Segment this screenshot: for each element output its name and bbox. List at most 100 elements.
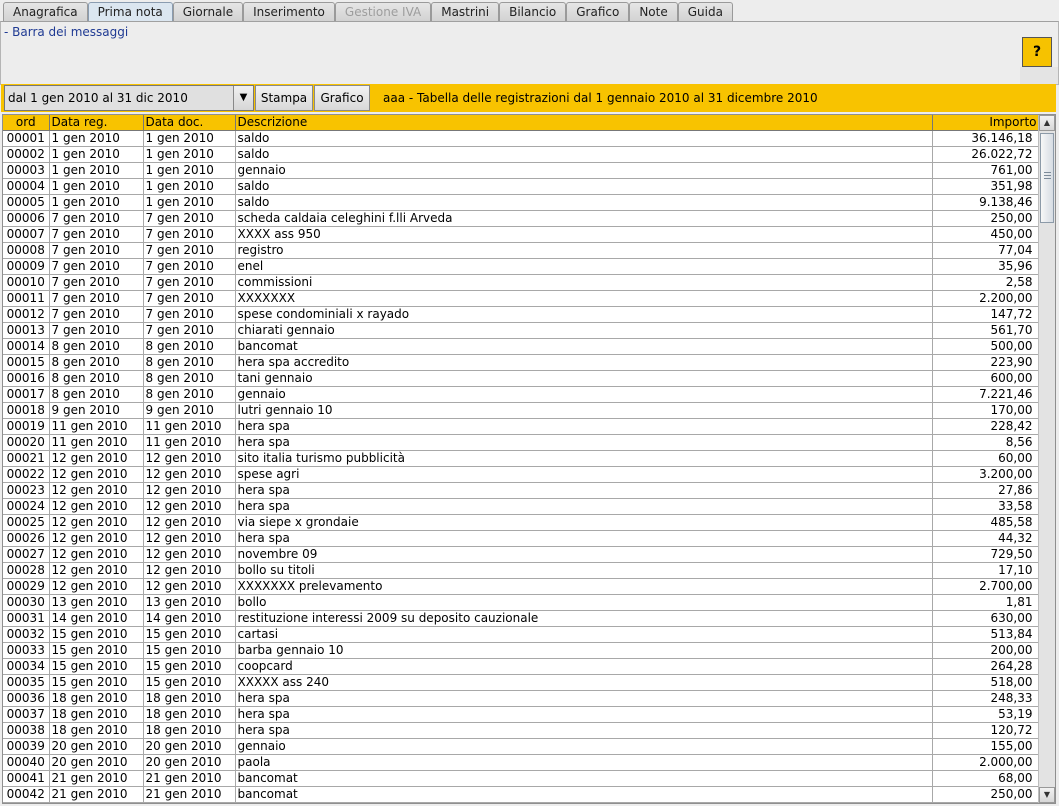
table-row[interactable]: 00029 12 gen 2010 12 gen 2010 XXXXXXX prele…	[3, 578, 1040, 595]
row-ord: 00027	[3, 546, 50, 563]
tab-guida[interactable]: Guida	[677, 2, 733, 21]
row-data-doc: 12 gen 2010	[143, 466, 236, 483]
chart-button[interactable]: Grafico	[314, 85, 370, 111]
row-data-doc: 12 gen 2010	[143, 562, 236, 579]
table-row[interactable]: 00007 7 gen 2010 7 gen 2010 XXXX ass 950 450…	[3, 226, 1040, 243]
table-row[interactable]: 00041 21 gen 2010 21 gen 2010 bancomat 68,00	[3, 770, 1040, 787]
row-data-doc: 15 gen 2010	[143, 626, 236, 643]
row-ord: 00035	[3, 674, 50, 691]
table-row[interactable]: 00037 18 gen 2010 18 gen 2010 hera spa 53,19	[3, 706, 1040, 723]
table-row[interactable]: 00008 7 gen 2010 7 gen 2010 registro 77,04	[3, 242, 1040, 259]
tab-grafico[interactable]: Grafico	[566, 2, 630, 21]
row-data-reg: 15 gen 2010	[49, 674, 144, 691]
row-data-doc: 21 gen 2010	[143, 786, 236, 803]
table-row[interactable]: 00019 11 gen 2010 11 gen 2010 hera spa 228,4…	[3, 418, 1040, 435]
column-header-descrizione[interactable]: Descrizione	[235, 115, 933, 131]
table-row[interactable]: 00011 7 gen 2010 7 gen 2010 XXXXXXX 2.200,00	[3, 290, 1040, 307]
table-row[interactable]: 00015 8 gen 2010 8 gen 2010 hera spa accred…	[3, 354, 1040, 371]
tab-anagrafica[interactable]: Anagrafica	[3, 2, 88, 21]
table-row[interactable]: 00024 12 gen 2010 12 gen 2010 hera spa 33,58	[3, 498, 1040, 515]
table-body: 00001 1 gen 2010 1 gen 2010 saldo 36.146,18 0…	[3, 130, 1040, 803]
table-title: aaa - Tabella delle registrazioni dal 1 …	[383, 91, 818, 105]
row-ord: 00014	[3, 338, 50, 355]
row-ord: 00021	[3, 450, 50, 467]
tab-bilancio[interactable]: Bilancio	[499, 2, 567, 21]
table-row[interactable]: 00020 11 gen 2010 11 gen 2010 hera spa 8,56	[3, 434, 1040, 451]
row-importo: 729,50	[932, 546, 1040, 563]
row-importo: 228,42	[932, 418, 1040, 435]
vertical-scrollbar[interactable]: ▲ ▼	[1038, 115, 1055, 803]
table-row[interactable]: 00032 15 gen 2010 15 gen 2010 cartasi 513,84	[3, 626, 1040, 643]
table-row[interactable]: 00035 15 gen 2010 15 gen 2010 XXXXX ass 240…	[3, 674, 1040, 691]
column-header-data-reg[interactable]: Data reg.	[49, 115, 144, 131]
row-data-reg: 11 gen 2010	[49, 434, 144, 451]
table-row[interactable]: 00028 12 gen 2010 12 gen 2010 bollo su tito…	[3, 562, 1040, 579]
table-row[interactable]: 00036 18 gen 2010 18 gen 2010 hera spa 248,3…	[3, 690, 1040, 707]
table-row[interactable]: 00016 8 gen 2010 8 gen 2010 tani gennaio 600…	[3, 370, 1040, 387]
registrations-grid: ord Data reg. Data doc. Descrizione Impo…	[3, 115, 1040, 803]
row-ord: 00020	[3, 434, 50, 451]
row-descrizione: bancomat	[235, 338, 933, 355]
table-row[interactable]: 00006 7 gen 2010 7 gen 2010 scheda caldaia …	[3, 210, 1040, 227]
table-row[interactable]: 00013 7 gen 2010 7 gen 2010 chiarati gennai…	[3, 322, 1040, 339]
row-data-doc: 7 gen 2010	[143, 274, 236, 291]
row-descrizione: lutri gennaio 10	[235, 402, 933, 419]
table-row[interactable]: 00027 12 gen 2010 12 gen 2010 novembre 09 72…	[3, 546, 1040, 563]
row-data-doc: 7 gen 2010	[143, 258, 236, 275]
table-row[interactable]: 00003 1 gen 2010 1 gen 2010 gennaio 761,00	[3, 162, 1040, 179]
table-row[interactable]: 00025 12 gen 2010 12 gen 2010 via siepe x g…	[3, 514, 1040, 531]
scroll-down-icon[interactable]: ▼	[1039, 787, 1055, 803]
tab-prima-nota[interactable]: Prima nota	[87, 2, 173, 21]
table-row[interactable]: 00034 15 gen 2010 15 gen 2010 coopcard 264,2…	[3, 658, 1040, 675]
table-row[interactable]: 00018 9 gen 2010 9 gen 2010 lutri gennaio 1…	[3, 402, 1040, 419]
row-data-doc: 8 gen 2010	[143, 370, 236, 387]
table-row[interactable]: 00014 8 gen 2010 8 gen 2010 bancomat 500,00	[3, 338, 1040, 355]
period-select[interactable]: dal 1 gen 2010 al 31 dic 2010 ▼	[4, 85, 254, 111]
table-row[interactable]: 00031 14 gen 2010 14 gen 2010 restituzione …	[3, 610, 1040, 627]
row-descrizione: bollo su titoli	[235, 562, 933, 579]
row-data-doc: 20 gen 2010	[143, 738, 236, 755]
row-descrizione: XXXXX ass 240	[235, 674, 933, 691]
column-header-ord[interactable]: ord	[3, 115, 50, 131]
row-data-reg: 7 gen 2010	[49, 274, 144, 291]
row-descrizione: novembre 09	[235, 546, 933, 563]
scrollbar-thumb[interactable]	[1040, 133, 1054, 223]
row-ord: 00001	[3, 130, 50, 147]
row-ord: 00036	[3, 690, 50, 707]
tab-mastrini[interactable]: Mastrini	[431, 2, 500, 21]
table-row[interactable]: 00038 18 gen 2010 18 gen 2010 hera spa 120,7…	[3, 722, 1040, 739]
table-row[interactable]: 00012 7 gen 2010 7 gen 2010 spese condomini…	[3, 306, 1040, 323]
table-row[interactable]: 00042 21 gen 2010 21 gen 2010 bancomat 250,0…	[3, 786, 1040, 803]
table-row[interactable]: 00017 8 gen 2010 8 gen 2010 gennaio 7.221,46	[3, 386, 1040, 403]
tab-giornale[interactable]: Giornale	[172, 2, 244, 21]
row-data-doc: 1 gen 2010	[143, 178, 236, 195]
table-row[interactable]: 00023 12 gen 2010 12 gen 2010 hera spa 27,86	[3, 482, 1040, 499]
help-button[interactable]: ?	[1022, 37, 1052, 67]
scroll-up-icon[interactable]: ▲	[1039, 115, 1055, 131]
tab-inserimento[interactable]: Inserimento	[243, 2, 335, 21]
table-row[interactable]: 00004 1 gen 2010 1 gen 2010 saldo 351,98	[3, 178, 1040, 195]
row-importo: 1,81	[932, 594, 1040, 611]
table-row[interactable]: 00039 20 gen 2010 20 gen 2010 gennaio 155,00	[3, 738, 1040, 755]
table-row[interactable]: 00010 7 gen 2010 7 gen 2010 commissioni 2,58	[3, 274, 1040, 291]
chevron-down-icon[interactable]: ▼	[233, 86, 253, 110]
table-row[interactable]: 00001 1 gen 2010 1 gen 2010 saldo 36.146,18	[3, 130, 1040, 147]
row-data-doc: 7 gen 2010	[143, 290, 236, 307]
table-row[interactable]: 00026 12 gen 2010 12 gen 2010 hera spa 44,32	[3, 530, 1040, 547]
table-row[interactable]: 00033 15 gen 2010 15 gen 2010 barba gennaio…	[3, 642, 1040, 659]
row-ord: 00004	[3, 178, 50, 195]
column-header-importo[interactable]: Importo	[932, 115, 1040, 131]
column-header-data-doc[interactable]: Data doc.	[143, 115, 236, 131]
table-row[interactable]: 00040 20 gen 2010 20 gen 2010 paola 2.000,00	[3, 754, 1040, 771]
tab-note[interactable]: Note	[629, 2, 678, 21]
table-row[interactable]: 00021 12 gen 2010 12 gen 2010 sito italia t…	[3, 450, 1040, 467]
message-bar: - Barra dei messaggi ?	[0, 21, 1059, 85]
table-row[interactable]: 00022 12 gen 2010 12 gen 2010 spese agri 3.2…	[3, 466, 1040, 483]
print-button[interactable]: Stampa	[255, 85, 313, 111]
row-data-reg: 7 gen 2010	[49, 242, 144, 259]
table-row[interactable]: 00030 13 gen 2010 13 gen 2010 bollo 1,81	[3, 594, 1040, 611]
table-row[interactable]: 00005 1 gen 2010 1 gen 2010 saldo 9.138,46	[3, 194, 1040, 211]
row-importo: 561,70	[932, 322, 1040, 339]
table-row[interactable]: 00009 7 gen 2010 7 gen 2010 enel 35,96	[3, 258, 1040, 275]
table-row[interactable]: 00002 1 gen 2010 1 gen 2010 saldo 26.022,72	[3, 146, 1040, 163]
